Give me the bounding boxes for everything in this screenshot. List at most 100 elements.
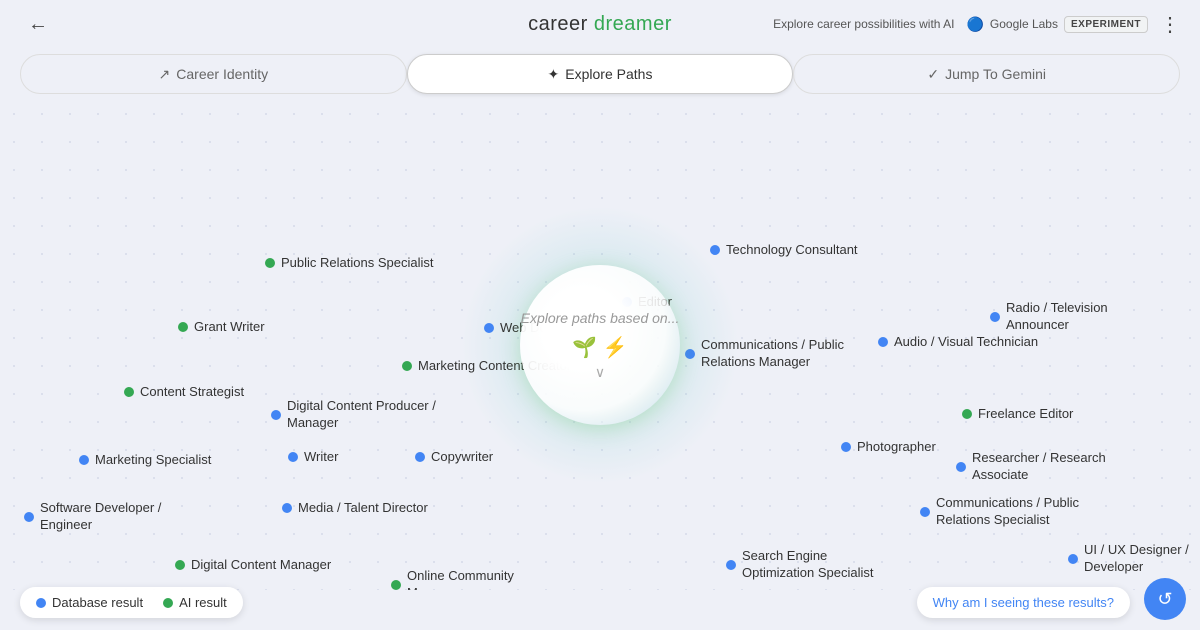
ai-dot — [163, 598, 173, 608]
tab-career-identity[interactable]: ↗ Career Identity — [20, 54, 407, 94]
db-dot — [36, 598, 46, 608]
career-node-label: Researcher / Research Associate — [972, 450, 1132, 484]
tab-explore-paths-label: Explore Paths — [565, 66, 652, 82]
career-node-public-relations-specialist[interactable]: Public Relations Specialist — [265, 255, 433, 272]
jump-gemini-icon: ✓ — [927, 66, 939, 83]
blue-dot — [990, 312, 1000, 322]
green-dot — [402, 361, 412, 371]
green-dot — [265, 258, 275, 268]
legend-ai-label: AI result — [179, 595, 227, 610]
career-node-digital-content-manager[interactable]: Digital Content Manager — [175, 557, 331, 574]
blue-dot — [726, 560, 736, 570]
career-node-media-talent-director[interactable]: Media / Talent Director — [282, 500, 428, 517]
logo-career: career — [528, 13, 594, 35]
career-node-label: Freelance Editor — [978, 406, 1073, 423]
chat-button[interactable]: ↺ — [1144, 578, 1186, 620]
career-node-digital-content-producer[interactable]: Digital Content Producer / Manager — [271, 398, 447, 432]
blue-dot — [24, 512, 34, 522]
chat-icon: ↺ — [1157, 589, 1172, 610]
blue-dot — [841, 442, 851, 452]
tab-jump-gemini-label: Jump To Gemini — [945, 66, 1046, 82]
career-node-photographer[interactable]: Photographer — [841, 439, 936, 456]
career-identity-icon: ↗ — [159, 66, 171, 83]
google-labs-label: Google Labs — [990, 17, 1058, 31]
career-node-label: Digital Content Producer / Manager — [287, 398, 447, 432]
google-labs: 🔵 Google Labs EXPERIMENT — [966, 16, 1148, 33]
career-node-label: Media / Talent Director — [298, 500, 428, 517]
legend-db: Database result — [36, 595, 143, 610]
career-node-label: Copywriter — [431, 449, 493, 466]
career-node-label: Content Strategist — [140, 384, 244, 401]
career-node-label: Communications / Public Relations Specia… — [936, 495, 1096, 529]
career-node-technology-consultant[interactable]: Technology Consultant — [710, 242, 858, 259]
blue-dot — [710, 245, 720, 255]
career-node-label: Public Relations Specialist — [281, 255, 433, 272]
career-node-copywriter[interactable]: Copywriter — [415, 449, 493, 466]
tab-career-identity-label: Career Identity — [176, 66, 268, 82]
green-dot — [124, 387, 134, 397]
legend: Database result AI result — [20, 587, 243, 618]
app-logo: career dreamer — [528, 13, 672, 36]
career-node-content-strategist[interactable]: Content Strategist — [124, 384, 244, 401]
blue-dot — [956, 462, 966, 472]
legend-db-label: Database result — [52, 595, 143, 610]
career-node-freelance-editor[interactable]: Freelance Editor — [962, 406, 1073, 423]
career-node-software-developer[interactable]: Software Developer / Engineer — [24, 500, 200, 534]
career-node-label: Software Developer / Engineer — [40, 500, 200, 534]
explore-paths-icon: ✦ — [548, 66, 560, 83]
tab-explore-paths[interactable]: ✦ Explore Paths — [407, 54, 794, 94]
google-icon: 🔵 — [966, 16, 983, 33]
blue-dot — [1068, 554, 1078, 564]
header: ← career dreamer Explore career possibil… — [0, 0, 1200, 48]
experiment-badge: EXPERIMENT — [1064, 16, 1148, 33]
career-node-writer[interactable]: Writer — [288, 449, 338, 466]
blue-dot — [920, 507, 930, 517]
blue-dot — [288, 452, 298, 462]
header-left: ← — [20, 9, 56, 40]
header-right: Explore career possibilities with AI 🔵 G… — [773, 12, 1180, 37]
blue-dot — [79, 455, 89, 465]
back-button[interactable]: ← — [20, 9, 56, 40]
blue-dot — [415, 452, 425, 462]
center-chevron: ∨ — [595, 364, 605, 381]
career-node-audio-visual-tech[interactable]: Audio / Visual Technician — [878, 334, 1038, 351]
career-node-comms-pr-specialist[interactable]: Communications / Public Relations Specia… — [920, 495, 1096, 529]
career-node-grant-writer[interactable]: Grant Writer — [178, 319, 265, 336]
center-node-text: Explore paths based on... — [521, 309, 680, 329]
career-node-seo-specialist[interactable]: Search Engine Optimization Specialist — [726, 548, 902, 582]
career-node-online-community-manager[interactable]: Online Community Manager — [391, 568, 567, 590]
career-node-label: Photographer — [857, 439, 936, 456]
center-emojis: 🌱 ⚡ — [572, 335, 627, 360]
blue-dot — [878, 337, 888, 347]
tagline: Explore career possibilities with AI — [773, 17, 954, 31]
career-node-ui-ux-designer[interactable]: UI / UX Designer / Developer — [1068, 542, 1200, 576]
career-node-comms-pr-manager[interactable]: Communications / Public Relations Manage… — [685, 337, 861, 371]
green-dot — [962, 409, 972, 419]
center-node[interactable]: Explore paths based on... 🌱 ⚡ ∨ — [520, 265, 680, 425]
tab-jump-gemini[interactable]: ✓ Jump To Gemini — [793, 54, 1180, 94]
why-results-button[interactable]: Why am I seeing these results? — [917, 587, 1130, 618]
blue-dot — [484, 323, 494, 333]
nav-tabs: ↗ Career Identity ✦ Explore Paths ✓ Jump… — [0, 48, 1200, 100]
green-dot — [391, 580, 401, 590]
career-node-label: Online Community Manager — [407, 568, 567, 590]
green-dot — [175, 560, 185, 570]
career-node-label: Grant Writer — [194, 319, 265, 336]
career-node-label: Search Engine Optimization Specialist — [742, 548, 902, 582]
career-node-label: Technology Consultant — [726, 242, 858, 259]
career-node-label: UI / UX Designer / Developer — [1084, 542, 1200, 576]
career-paths-canvas: Explore paths based on... 🌱 ⚡ ∨ Public R… — [0, 100, 1200, 590]
career-node-researcher[interactable]: Researcher / Research Associate — [956, 450, 1132, 484]
career-node-label: Marketing Specialist — [95, 452, 211, 469]
blue-dot — [685, 349, 695, 359]
career-node-marketing-specialist[interactable]: Marketing Specialist — [79, 452, 211, 469]
more-options-button[interactable]: ⋮ — [1160, 12, 1180, 37]
career-node-label: Communications / Public Relations Manage… — [701, 337, 861, 371]
blue-dot — [271, 410, 281, 420]
career-node-radio-tv-announcer[interactable]: Radio / Television Announcer — [990, 300, 1166, 334]
career-node-label: Writer — [304, 449, 338, 466]
green-dot — [178, 322, 188, 332]
career-node-label: Audio / Visual Technician — [894, 334, 1038, 351]
blue-dot — [282, 503, 292, 513]
logo-dreamer: dreamer — [594, 13, 672, 35]
